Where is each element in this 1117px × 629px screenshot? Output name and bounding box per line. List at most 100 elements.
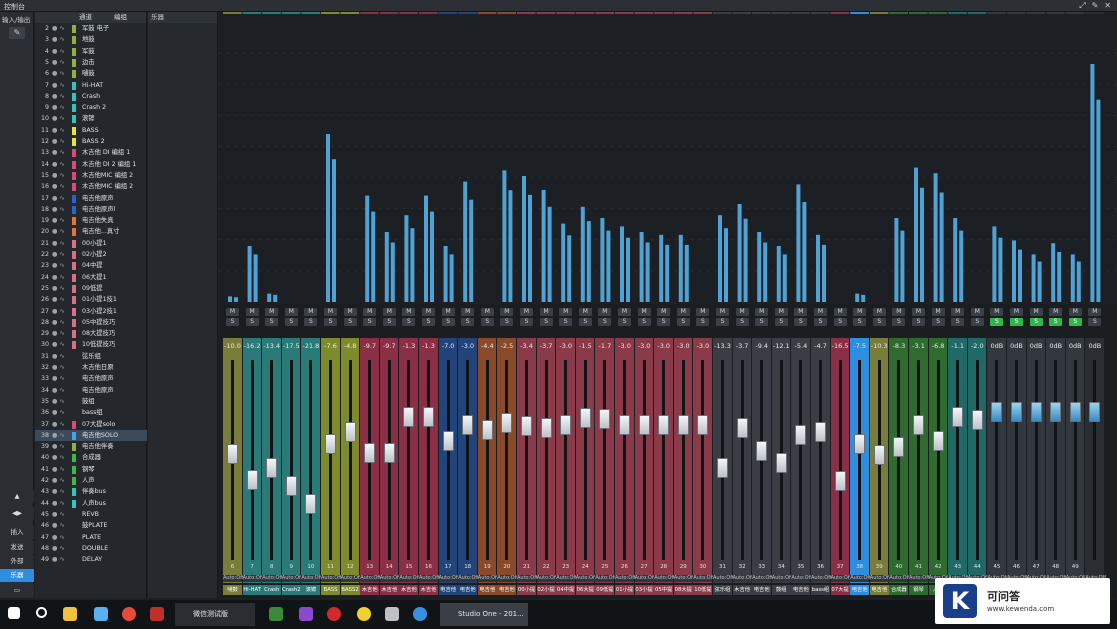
channel-name[interactable]: 木吉他 bbox=[419, 585, 438, 595]
track-visibility-icon[interactable]: ● ∿ bbox=[52, 441, 65, 452]
volume-readout[interactable]: -10.0 bbox=[223, 342, 242, 350]
fader-cap[interactable] bbox=[873, 445, 885, 466]
solo-button[interactable]: S bbox=[382, 318, 396, 326]
track-visibility-icon[interactable]: ● ∿ bbox=[52, 509, 65, 520]
taskbar-app-studio-one[interactable]: Studio One - 201... bbox=[440, 603, 528, 626]
track-visibility-icon[interactable]: ● ∿ bbox=[52, 475, 65, 486]
automation-button[interactable]: Auto:Off bbox=[811, 575, 832, 582]
volume-readout[interactable]: -3.0 bbox=[458, 342, 477, 350]
solo-button[interactable]: S bbox=[520, 318, 533, 326]
volume-readout[interactable]: -1.1 bbox=[948, 342, 967, 350]
track-visibility-icon[interactable]: ● ∿ bbox=[52, 102, 65, 113]
volume-readout[interactable]: -3.0 bbox=[654, 342, 673, 350]
track-row[interactable]: 22 ● ∿ 02小提2 bbox=[35, 249, 147, 260]
mute-button[interactable]: M bbox=[1049, 308, 1063, 316]
solo-button[interactable]: S bbox=[1068, 318, 1082, 326]
volume-readout[interactable]: -1.3 bbox=[399, 342, 418, 350]
solo-button[interactable]: S bbox=[696, 318, 710, 326]
automation-button[interactable]: Auto:Off bbox=[399, 575, 420, 582]
solo-button[interactable]: S bbox=[1049, 318, 1063, 326]
volume-readout[interactable]: -2.0 bbox=[968, 342, 987, 350]
automation-button[interactable]: Auto:Off bbox=[595, 575, 616, 582]
solo-button[interactable]: S bbox=[559, 318, 573, 326]
track-row[interactable]: 27 ● ∿ 03小提2技1 bbox=[35, 306, 147, 317]
fader-cap[interactable] bbox=[227, 444, 238, 464]
fader-cap[interactable] bbox=[462, 414, 474, 435]
automation-button[interactable]: Auto:Off bbox=[889, 575, 910, 582]
automation-button[interactable]: Auto:Off bbox=[752, 575, 773, 582]
automation-button[interactable]: Auto:Off bbox=[223, 575, 244, 582]
track-row[interactable]: 5 ● ∿ 边击 bbox=[35, 57, 147, 68]
track-visibility-icon[interactable]: ● ∿ bbox=[52, 306, 65, 317]
volume-readout[interactable]: 0dB bbox=[1007, 342, 1026, 350]
channel-name[interactable]: BASS bbox=[321, 585, 340, 595]
volume-readout[interactable]: -3.0 bbox=[674, 342, 693, 350]
track-visibility-icon[interactable]: ● ∿ bbox=[52, 46, 65, 57]
app-icon-6[interactable] bbox=[357, 607, 371, 621]
solo-button[interactable]: S bbox=[618, 318, 631, 326]
track-visibility-icon[interactable]: ● ∿ bbox=[52, 23, 65, 34]
instrument-button[interactable]: 乐器 bbox=[0, 569, 34, 582]
track-visibility-icon[interactable]: ● ∿ bbox=[52, 80, 65, 91]
mute-button[interactable]: M bbox=[559, 308, 573, 316]
channel-name[interactable]: BASS2 bbox=[340, 585, 360, 595]
nav-up-icon[interactable]: ▲ bbox=[0, 490, 34, 503]
wrench-icon[interactable]: ✎ bbox=[9, 27, 25, 39]
mute-button[interactable]: M bbox=[598, 308, 612, 316]
solo-button[interactable]: S bbox=[500, 318, 514, 326]
fader-cap[interactable] bbox=[893, 436, 905, 457]
track-visibility-icon[interactable]: ● ∿ bbox=[52, 419, 65, 430]
solo-button[interactable]: S bbox=[951, 318, 965, 326]
automation-button[interactable]: Auto:Off bbox=[536, 575, 557, 582]
fader-cap[interactable] bbox=[599, 409, 611, 430]
channel-name[interactable]: 04中提 bbox=[556, 585, 576, 595]
track-row[interactable]: 2 ● ∿ 军鼓 电子 bbox=[35, 23, 147, 34]
mute-button[interactable]: M bbox=[422, 308, 435, 316]
track-row[interactable]: 38 ● ∿ 电吉他SOLO bbox=[35, 429, 147, 442]
mute-button[interactable]: M bbox=[853, 308, 867, 316]
channel-name[interactable]: Hi-HAT bbox=[242, 585, 262, 595]
channel-name[interactable]: 木吉他 bbox=[360, 585, 380, 595]
mute-button[interactable]: M bbox=[951, 308, 965, 316]
solo-button[interactable]: S bbox=[598, 318, 612, 326]
track-row[interactable]: 47 ● ∿ PLATE bbox=[35, 532, 147, 543]
mute-button[interactable]: M bbox=[794, 308, 808, 316]
track-visibility-icon[interactable]: ● ∿ bbox=[52, 430, 65, 441]
mute-button[interactable]: M bbox=[343, 308, 357, 316]
solo-button[interactable]: S bbox=[284, 318, 298, 326]
volume-readout[interactable]: -1.7 bbox=[595, 342, 614, 350]
track-row[interactable]: 7 ● ∿ Hi-HAT bbox=[35, 80, 147, 91]
fader-cap[interactable] bbox=[344, 422, 356, 443]
solo-button[interactable]: S bbox=[872, 318, 886, 326]
solo-button[interactable]: S bbox=[1029, 318, 1043, 326]
automation-button[interactable]: Auto:Off bbox=[419, 575, 440, 582]
solo-button[interactable]: S bbox=[265, 318, 279, 326]
fader-cap[interactable] bbox=[736, 417, 748, 438]
channel-name[interactable]: 电吉他 bbox=[458, 585, 478, 595]
mute-button[interactable]: M bbox=[755, 308, 769, 316]
automation-button[interactable]: Auto:Off bbox=[615, 575, 636, 582]
channel-name[interactable]: 07大提 bbox=[830, 585, 850, 595]
mute-button[interactable]: M bbox=[324, 308, 337, 316]
expand-icon[interactable]: ⤢ bbox=[1079, 1, 1085, 11]
solo-button[interactable]: S bbox=[363, 318, 377, 326]
track-row[interactable]: 12 ● ∿ BASS 2 bbox=[35, 136, 147, 147]
mute-button[interactable]: M bbox=[363, 308, 377, 316]
track-row[interactable]: 41 ● ∿ 钢琴 bbox=[35, 464, 147, 475]
channel-name[interactable]: 弦乐组 bbox=[713, 585, 732, 595]
automation-button[interactable]: Auto:Off bbox=[517, 575, 538, 582]
app-icon-5[interactable] bbox=[327, 607, 341, 621]
taskbar-app-wechat[interactable]: 微信测试版 bbox=[175, 603, 255, 626]
fader-cap[interactable] bbox=[913, 415, 924, 436]
fader-cap[interactable] bbox=[638, 414, 650, 435]
track-row[interactable]: 8 ● ∿ Crash bbox=[35, 91, 147, 102]
track-visibility-icon[interactable]: ● ∿ bbox=[52, 373, 65, 384]
volume-readout[interactable]: -5.4 bbox=[791, 342, 810, 350]
solo-button[interactable]: S bbox=[422, 318, 435, 326]
fader-cap[interactable] bbox=[442, 431, 454, 452]
automation-button[interactable]: Auto:Off bbox=[771, 575, 792, 582]
solo-button[interactable]: S bbox=[324, 318, 337, 326]
track-visibility-icon[interactable]: ● ∿ bbox=[52, 215, 65, 226]
close-icon[interactable]: ✕ bbox=[1104, 1, 1111, 11]
track-visibility-icon[interactable]: ● ∿ bbox=[52, 34, 65, 45]
